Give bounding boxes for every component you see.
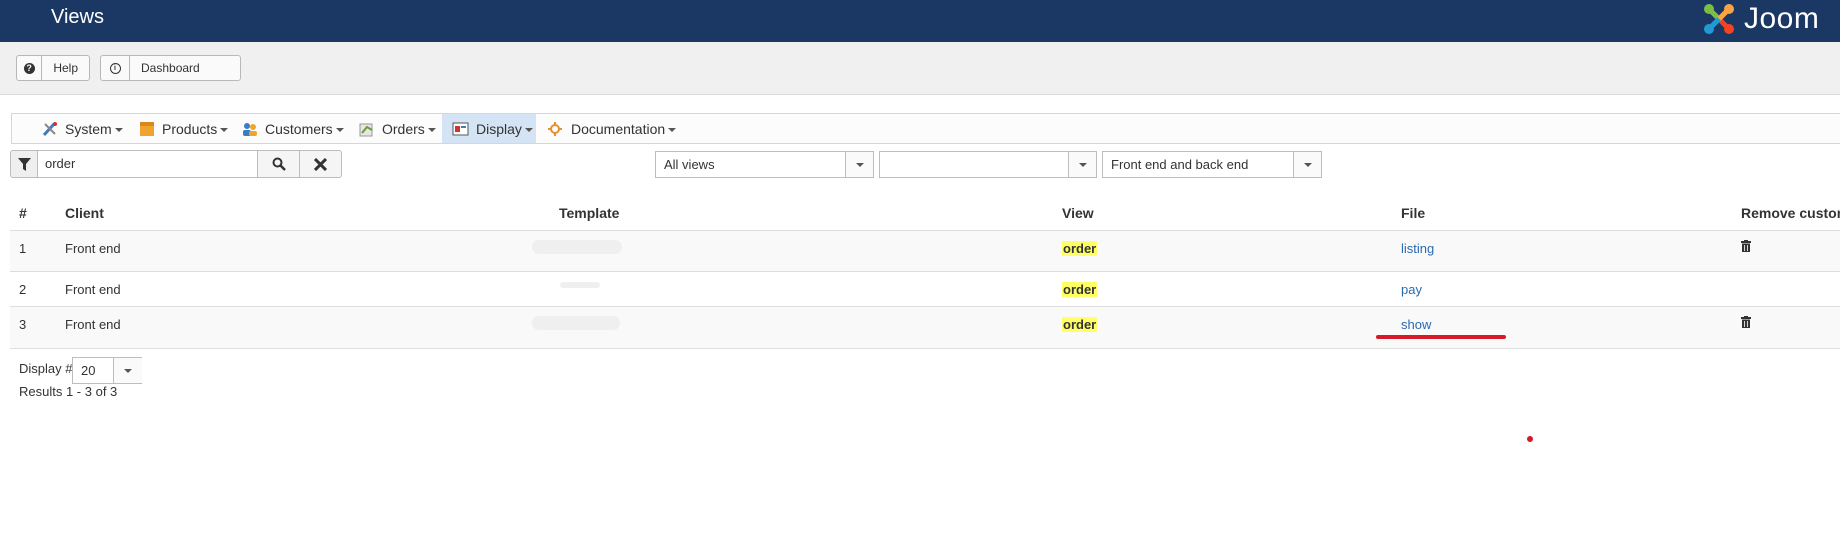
chevron-down-icon	[220, 127, 229, 132]
results-count: Results 1 - 3 of 3	[19, 384, 118, 399]
template-select[interactable]	[879, 151, 1097, 178]
menu-item-system[interactable]: System	[41, 114, 123, 143]
menu-item-system-label: System	[65, 120, 112, 137]
products-icon	[140, 121, 154, 136]
top-header: Views Joom	[0, 0, 1840, 42]
display-count-value: 20	[81, 363, 96, 378]
help-icon: ?	[17, 56, 43, 80]
joomla-logo-text: Joom	[1744, 2, 1820, 35]
row-client: Front end	[65, 241, 121, 256]
search-icon	[272, 157, 286, 171]
joomla-logo-icon	[1704, 4, 1734, 34]
table-row: 3 Front end order show	[10, 306, 1840, 349]
menu-item-orders[interactable]: Orders	[358, 114, 436, 143]
chevron-down-icon	[1293, 152, 1321, 177]
help-label: Help	[53, 61, 78, 75]
customers-icon	[243, 122, 257, 136]
search-input[interactable]: order	[37, 150, 258, 178]
menu-item-orders-label: Orders	[382, 120, 425, 137]
row-view: order	[1062, 282, 1098, 297]
menu-item-products[interactable]: Products	[138, 114, 229, 143]
col-header-file[interactable]: File	[1401, 205, 1425, 221]
display-icon	[452, 122, 469, 135]
page-title: Views	[51, 6, 104, 28]
trash-icon[interactable]	[1741, 316, 1751, 328]
row-num: 2	[19, 282, 27, 297]
col-header-num[interactable]: #	[19, 205, 27, 221]
search-button[interactable]	[257, 150, 300, 178]
tools-icon	[42, 121, 57, 136]
chevron-down-icon	[427, 127, 436, 132]
views-select-value: All views	[664, 157, 715, 172]
menu-item-products-label: Products	[162, 120, 218, 137]
col-header-client[interactable]: Client	[65, 205, 104, 221]
chevron-down-icon	[113, 358, 142, 383]
table-row: 2 Front end order pay	[10, 271, 1840, 307]
chevron-down-icon	[668, 127, 677, 132]
toolbar	[0, 42, 1840, 95]
display-count-label: Display #	[19, 361, 73, 376]
row-view: order	[1062, 317, 1098, 332]
template-redacted	[532, 240, 622, 254]
row-num: 3	[19, 317, 27, 332]
client-select[interactable]: Front end and back end	[1102, 151, 1322, 178]
chevron-down-icon	[1068, 152, 1096, 177]
annotation-underline	[1376, 335, 1506, 339]
chevron-down-icon	[335, 127, 344, 132]
table-row: 1 Front end order listing	[10, 230, 1840, 272]
client-select-value: Front end and back end	[1111, 157, 1249, 172]
filter-toggle-button[interactable]	[10, 150, 38, 178]
help-button[interactable]: ? Help	[16, 55, 90, 81]
documentation-icon	[548, 121, 562, 136]
main-menu: System Products Customers Orders Display…	[11, 113, 1840, 144]
menu-item-documentation[interactable]: Documentation	[547, 114, 677, 143]
col-header-remove: Remove custom	[1741, 205, 1840, 221]
row-client: Front end	[65, 317, 121, 332]
chevron-down-icon	[524, 127, 533, 132]
row-view: order	[1062, 241, 1098, 256]
menu-item-customers-label: Customers	[265, 120, 333, 137]
col-header-view[interactable]: View	[1062, 205, 1094, 221]
joomla-logo: Joom	[1700, 0, 1819, 38]
row-file-link[interactable]: listing	[1401, 241, 1434, 256]
filter-icon	[17, 157, 31, 171]
display-count-select[interactable]: 20	[72, 357, 142, 384]
menu-item-documentation-label: Documentation	[571, 120, 666, 137]
orders-icon	[359, 123, 373, 136]
col-header-template[interactable]: Template	[559, 205, 619, 221]
trash-icon[interactable]	[1741, 240, 1751, 252]
template-redacted	[560, 282, 600, 288]
chevron-down-icon	[114, 127, 123, 132]
menu-item-display-label: Display	[476, 120, 522, 137]
dashboard-button[interactable]: i Dashboard	[100, 55, 241, 81]
close-icon	[314, 157, 327, 171]
template-redacted	[532, 316, 620, 330]
dashboard-icon: i	[101, 56, 130, 80]
dashboard-label: Dashboard	[141, 61, 200, 75]
row-file-link[interactable]: show	[1401, 317, 1431, 332]
row-client: Front end	[65, 282, 121, 297]
row-num: 1	[19, 241, 27, 256]
menu-item-display[interactable]: Display	[442, 114, 536, 143]
views-select[interactable]: All views	[655, 151, 874, 178]
clear-search-button[interactable]	[299, 150, 342, 178]
annotation-dot	[1527, 436, 1533, 442]
row-file-link[interactable]: pay	[1401, 282, 1422, 297]
chevron-down-icon	[845, 152, 873, 177]
menu-item-customers[interactable]: Customers	[241, 114, 344, 143]
